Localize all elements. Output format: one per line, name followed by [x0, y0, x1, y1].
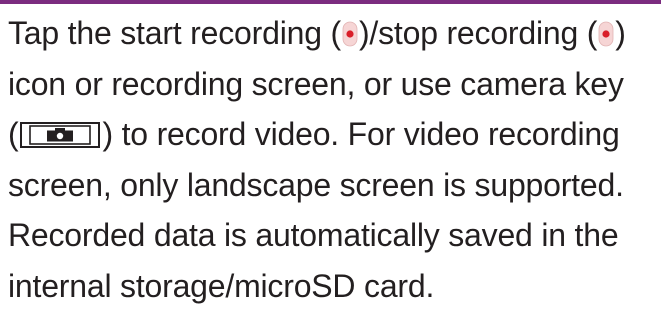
- paragraph-line-6: internal storage/microSD card.: [8, 261, 658, 311]
- paragraph-line-3: ( ) to record video. For video recording: [8, 109, 658, 160]
- camera-key-icon: [20, 122, 100, 148]
- instruction-paragraph: Tap the start recording ( )/stop recordi…: [8, 8, 658, 311]
- paragraph-line-4: screen, only landscape screen is support…: [8, 160, 658, 211]
- paragraph-line-1: Tap the start recording ( )/stop recordi…: [8, 8, 658, 59]
- text-fragment: ): [615, 15, 625, 51]
- paragraph-line-5: Recorded data is automatically saved in …: [8, 210, 658, 261]
- text-fragment: (: [8, 116, 18, 152]
- top-divider-rule: [0, 0, 661, 4]
- paragraph-line-2: icon or recording screen, or use camera …: [8, 59, 658, 110]
- text-fragment: )/stop recording (: [359, 15, 597, 51]
- text-fragment: Tap the start recording (: [8, 15, 341, 51]
- start-recording-icon: [342, 20, 358, 48]
- text-fragment: ) to record video. For video recording: [102, 116, 619, 152]
- stop-recording-icon: [598, 20, 614, 48]
